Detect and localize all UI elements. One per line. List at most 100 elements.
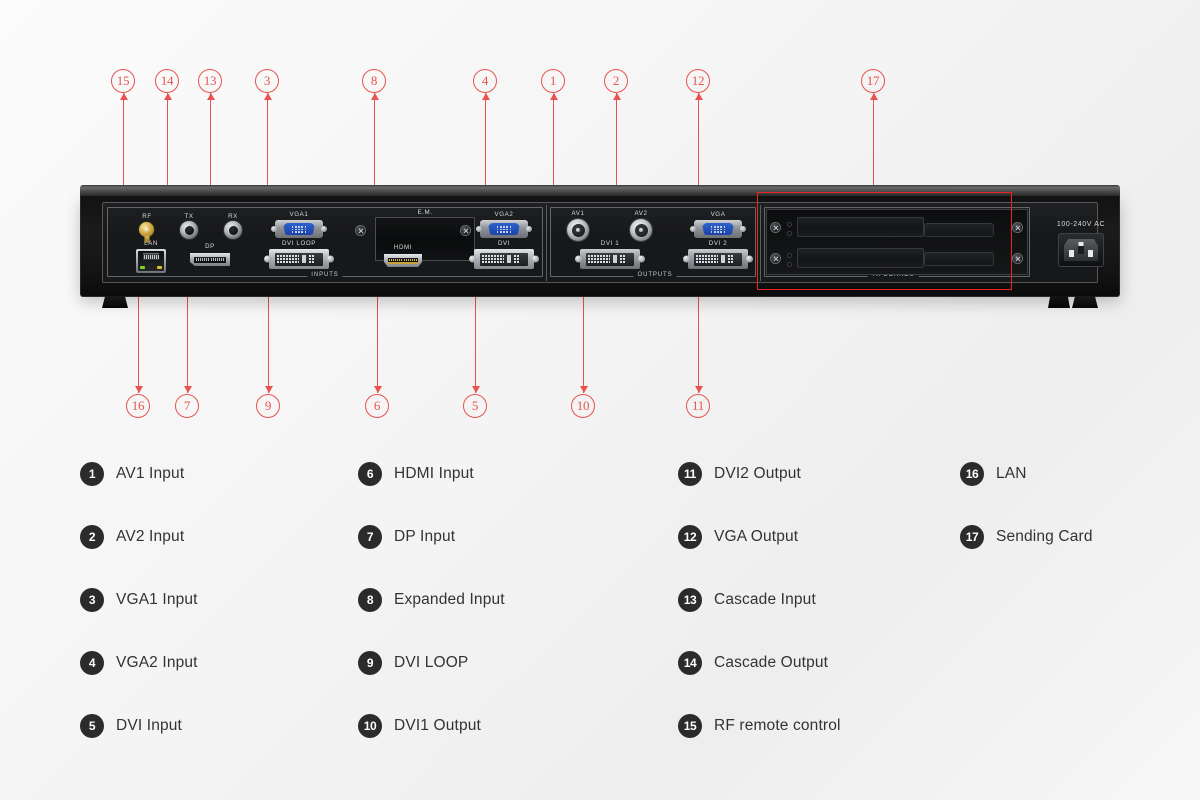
callout-arrow-15 bbox=[119, 93, 128, 100]
dp-socket bbox=[194, 256, 226, 263]
callout-line-17 bbox=[873, 93, 875, 192]
callout-circle-17: 17 bbox=[861, 69, 885, 93]
callout-arrow-12 bbox=[694, 93, 703, 100]
callout-circle-2: 2 bbox=[604, 69, 628, 93]
callout-arrow-11 bbox=[694, 386, 703, 393]
legend-item-14: 14 Cascade Output bbox=[678, 651, 960, 675]
dvi-loop-port[interactable] bbox=[269, 249, 329, 269]
screw-tx-bottom-left bbox=[771, 254, 780, 263]
dvi-loop-blade bbox=[302, 255, 307, 263]
label-av1: AV1 bbox=[571, 210, 585, 217]
label-lan: LAN bbox=[144, 240, 158, 247]
divider-outputs-tx bbox=[760, 205, 761, 281]
legend-column-4: 16 LAN 17 Sending Card bbox=[960, 462, 1140, 738]
av1-center-pin bbox=[576, 228, 580, 232]
dvi-input-port[interactable] bbox=[474, 249, 534, 269]
ac-power-socket[interactable] bbox=[1058, 233, 1104, 267]
legend-column-3: 11 DVI2 Output 12 VGA Output 13 Cascade Input… bbox=[678, 462, 960, 738]
label-hdmi: HDMI bbox=[393, 244, 413, 251]
av2-input-port[interactable] bbox=[630, 219, 652, 241]
legend-label: DVI LOOP bbox=[394, 654, 469, 671]
vga1-input-port[interactable] bbox=[275, 220, 323, 238]
legend-item-7: 7 DP Input bbox=[358, 525, 678, 549]
dvi1-output-port[interactable] bbox=[580, 249, 640, 269]
tx-board-slot-2[interactable] bbox=[797, 248, 924, 268]
legend-number-badge: 5 bbox=[80, 714, 104, 738]
legend-number-badge: 1 bbox=[80, 462, 104, 486]
vga-output-socket bbox=[702, 223, 734, 235]
tx-jack-hole bbox=[184, 225, 194, 235]
ac-pin-neutral bbox=[1088, 250, 1093, 257]
callout-arrow-8 bbox=[370, 93, 379, 100]
hdmi-socket bbox=[388, 257, 418, 264]
rf-center-pin bbox=[143, 226, 150, 233]
callout-circle-15: 15 bbox=[111, 69, 135, 93]
dp-input-port[interactable] bbox=[190, 253, 230, 266]
lan-led-green bbox=[140, 266, 145, 269]
callout-arrow-9 bbox=[264, 386, 273, 393]
ac-socket-face bbox=[1064, 239, 1098, 261]
dvi2-output-port[interactable] bbox=[688, 249, 748, 269]
legend-item-11: 11 DVI2 Output bbox=[678, 462, 960, 486]
legend-number-badge: 13 bbox=[678, 588, 702, 612]
legend-item-1: 1 AV1 Input bbox=[80, 462, 358, 486]
av2-barrel bbox=[634, 223, 648, 237]
av1-input-port[interactable] bbox=[567, 219, 589, 241]
ac-pin-center-block bbox=[1078, 246, 1084, 254]
rf-antenna-connector[interactable] bbox=[139, 222, 154, 243]
label-vga2: VGA2 bbox=[494, 211, 514, 218]
hdmi-input-port[interactable] bbox=[384, 254, 422, 267]
dvi2-blade bbox=[721, 255, 726, 263]
callout-circle-3: 3 bbox=[255, 69, 279, 93]
legend-number-badge: 15 bbox=[678, 714, 702, 738]
legend-label: VGA1 Input bbox=[116, 591, 198, 608]
legend-label: DVI Input bbox=[116, 717, 182, 734]
legend-item-13: 13 Cascade Input bbox=[678, 588, 960, 612]
legend-label: Expanded Input bbox=[394, 591, 505, 608]
legend-item-3: 3 VGA1 Input bbox=[80, 588, 358, 612]
av1-barrel bbox=[571, 223, 585, 237]
rx-jack-hole bbox=[228, 225, 238, 235]
callout-arrow-13 bbox=[206, 93, 215, 100]
divider-inputs-outputs bbox=[546, 205, 547, 281]
vga2-socket bbox=[488, 223, 520, 235]
callout-circle-10: 10 bbox=[571, 394, 595, 418]
label-dp: DP bbox=[205, 243, 215, 250]
tx-board-slot-2-notch bbox=[924, 252, 994, 266]
label-dvi-loop: DVI LOOP bbox=[281, 240, 317, 247]
callout-circle-16: 16 bbox=[126, 394, 150, 418]
label-dvi-input: DVI bbox=[497, 240, 511, 247]
cascade-output-jack[interactable] bbox=[180, 221, 198, 239]
vga-output-port[interactable] bbox=[694, 220, 742, 238]
label-power-input: 100-240V AC bbox=[1056, 221, 1106, 228]
callout-circle-7: 7 bbox=[175, 394, 199, 418]
callout-arrow-10 bbox=[579, 386, 588, 393]
callout-circle-1: 1 bbox=[541, 69, 565, 93]
ac-pin-live bbox=[1069, 250, 1074, 257]
chassis-foot-left bbox=[102, 296, 128, 308]
legend-number-badge: 17 bbox=[960, 525, 984, 549]
callout-circle-5: 5 bbox=[463, 394, 487, 418]
legend-label: DP Input bbox=[394, 528, 456, 545]
legend-label: DVI1 Output bbox=[394, 717, 481, 734]
legend-number-badge: 6 bbox=[358, 462, 382, 486]
legend-label: Sending Card bbox=[996, 528, 1093, 545]
callout-circle-9: 9 bbox=[256, 394, 280, 418]
callout-arrow-2 bbox=[612, 93, 621, 100]
cascade-input-jack[interactable] bbox=[224, 221, 242, 239]
legend-item-15: 15 RF remote control bbox=[678, 714, 960, 738]
lan-port[interactable] bbox=[136, 249, 166, 273]
callout-circle-14: 14 bbox=[155, 69, 179, 93]
screw-tx-top-right bbox=[1013, 223, 1022, 232]
vga2-input-port[interactable] bbox=[480, 220, 528, 238]
tx-hole-1 bbox=[787, 222, 792, 227]
tx-board-slot-1[interactable] bbox=[797, 217, 924, 237]
callout-arrow-16 bbox=[134, 386, 143, 393]
av2-center-pin bbox=[639, 228, 643, 232]
legend-column-1: 1 AV1 Input 2 AV2 Input 3 VGA1 Input 4 VGA2 Inp… bbox=[80, 462, 358, 738]
legend-item-10: 10 DVI1 Output bbox=[358, 714, 678, 738]
legend-item-9: 9 DVI LOOP bbox=[358, 651, 678, 675]
label-expanded-module: E.M. bbox=[417, 209, 433, 216]
label-av2: AV2 bbox=[634, 210, 648, 217]
legend-item-5: 5 DVI Input bbox=[80, 714, 358, 738]
